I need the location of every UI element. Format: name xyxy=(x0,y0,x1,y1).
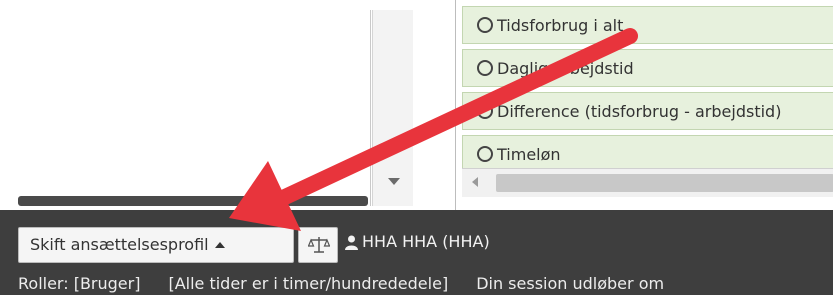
roles-text: Roller: [Bruger] xyxy=(18,274,141,293)
right-options-panel: Tidsforbrug i alt Daglig arbejdstid Diff… xyxy=(455,0,833,210)
scale-button[interactable] xyxy=(298,227,338,263)
radio-icon[interactable] xyxy=(477,17,493,33)
option-row-difference[interactable]: Difference (tidsforbrug - arbejdstid) xyxy=(462,92,833,130)
change-employment-profile-button[interactable]: Skift ansættelsesprofil xyxy=(18,227,294,263)
option-row-timeloen[interactable]: Timeløn xyxy=(462,135,833,168)
vertical-scrollbar[interactable] xyxy=(372,10,414,206)
radio-icon[interactable] xyxy=(477,146,493,162)
option-label: Timeløn xyxy=(497,145,561,164)
option-label: Tidsforbrug i alt xyxy=(497,16,624,35)
scrollbar-thumb[interactable] xyxy=(496,174,833,192)
session-expiry-text: Din session udløber om xyxy=(476,274,665,293)
radio-icon[interactable] xyxy=(477,60,493,76)
left-panel-footer-bar xyxy=(18,196,368,206)
current-user-label: HHA HHA (HHA) xyxy=(362,232,490,251)
content-area: Tidsforbrug i alt Daglig arbejdstid Diff… xyxy=(0,0,833,210)
option-row-tidsforbrug[interactable]: Tidsforbrug i alt xyxy=(462,6,833,44)
radio-icon[interactable] xyxy=(477,103,493,119)
status-line: Roller: [Bruger] [Alle tider er i timer/h… xyxy=(18,274,692,293)
horizontal-scrollbar[interactable] xyxy=(462,168,833,197)
option-label: Difference (tidsforbrug - arbejdstid) xyxy=(497,102,782,121)
user-icon xyxy=(345,235,358,250)
scroll-left-icon[interactable] xyxy=(472,177,478,187)
option-row-daglig[interactable]: Daglig arbejdstid xyxy=(462,49,833,87)
left-list-panel xyxy=(12,10,371,206)
caret-up-icon xyxy=(214,242,225,248)
times-note-text: [Alle tider er i timer/hundrededele] xyxy=(168,274,449,293)
scroll-down-icon[interactable] xyxy=(388,178,400,185)
footer-bar: Skift ansættelsesprofil HHA HHA (HHA) Ro… xyxy=(0,210,833,295)
panel-gap xyxy=(413,0,455,210)
option-label: Daglig arbejdstid xyxy=(497,59,634,78)
profile-button-label: Skift ansættelsesprofil xyxy=(30,235,209,254)
scale-icon xyxy=(308,237,330,253)
